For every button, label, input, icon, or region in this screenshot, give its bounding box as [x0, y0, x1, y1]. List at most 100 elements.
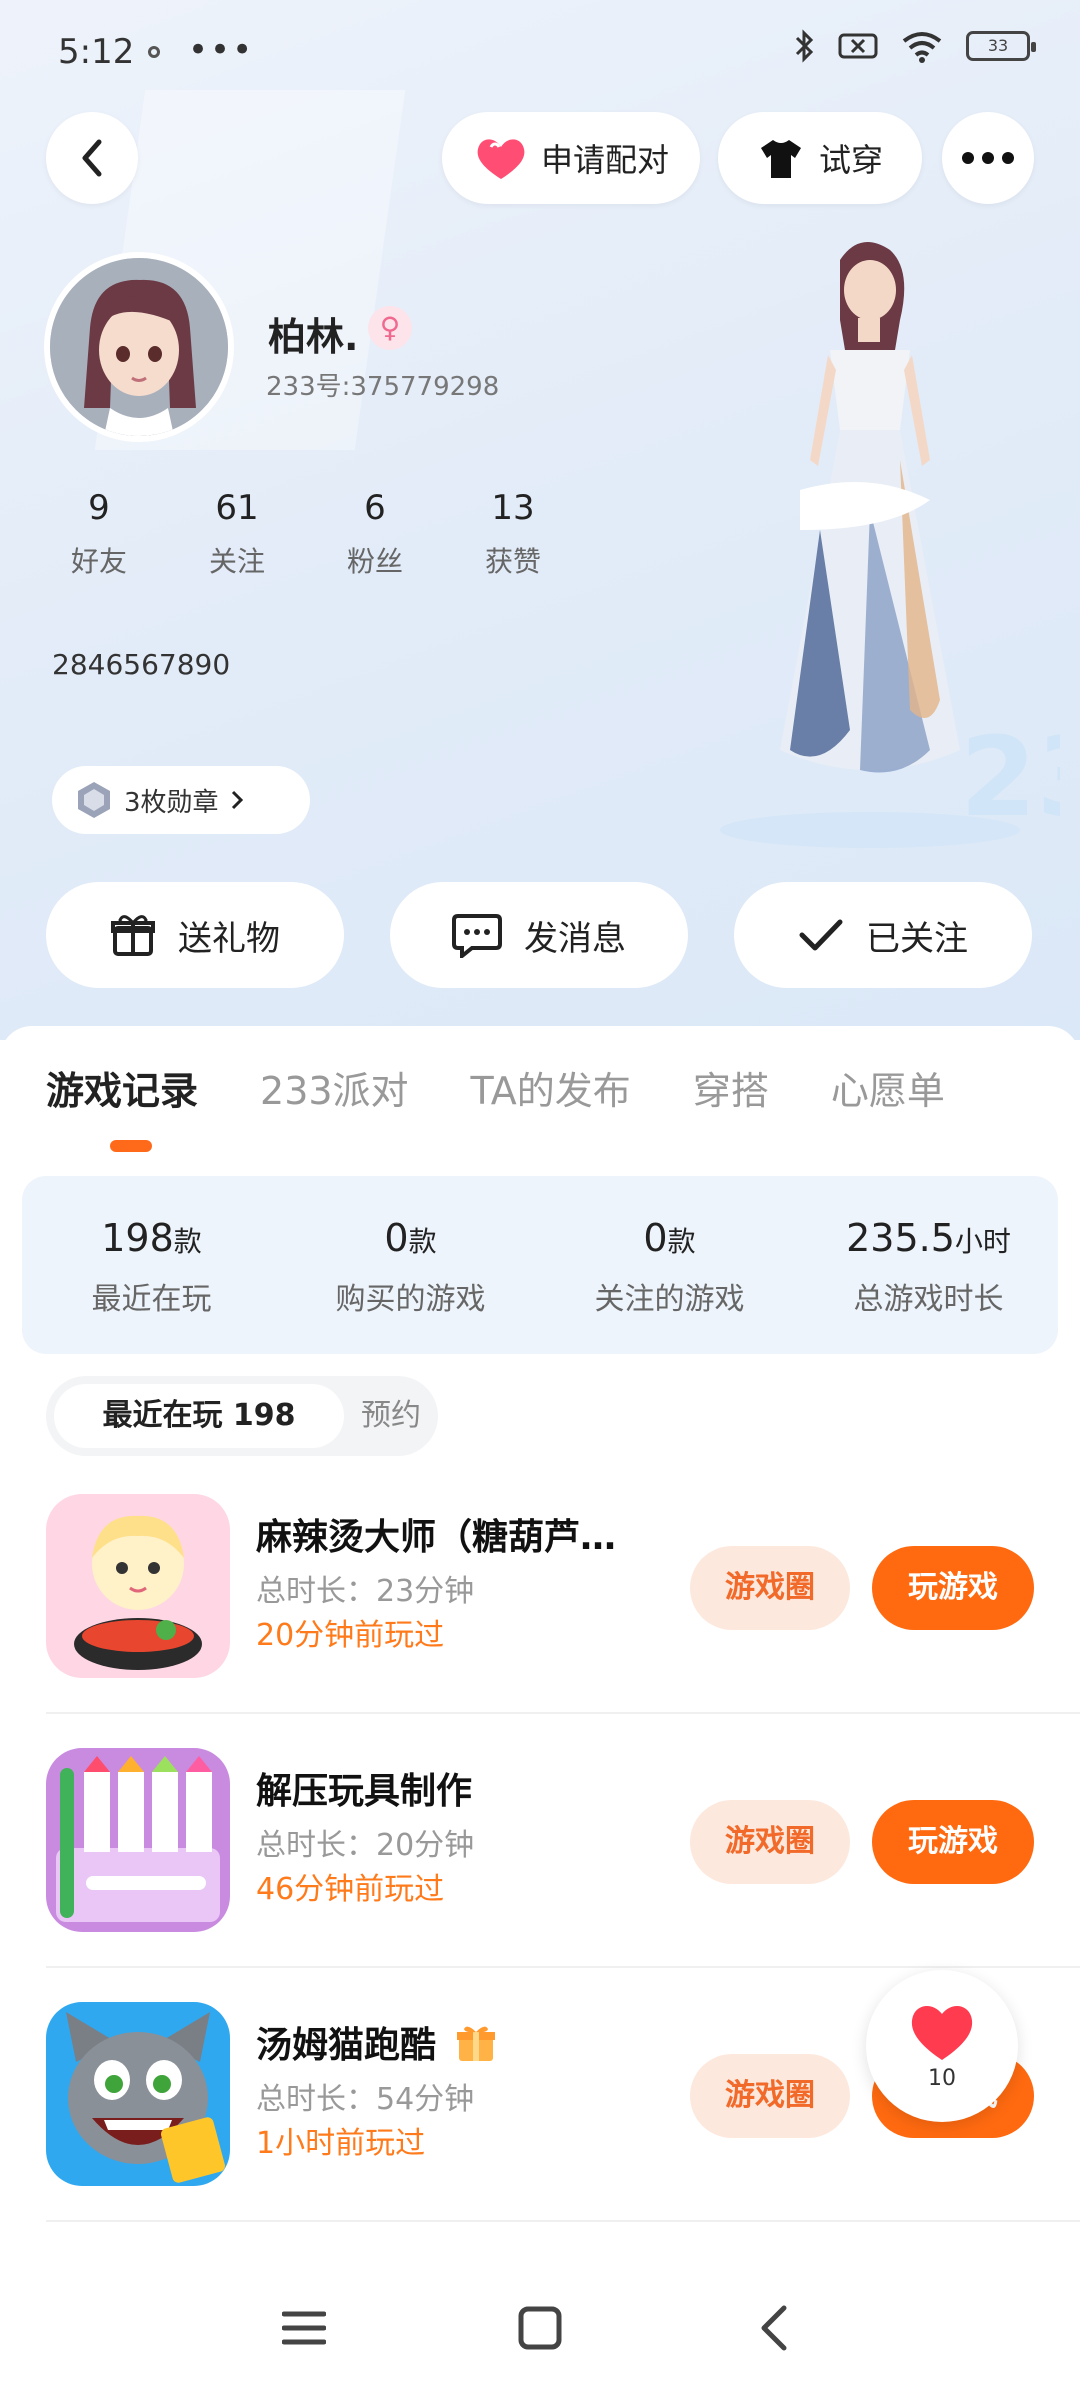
tshirt-icon	[760, 140, 801, 178]
menu-icon[interactable]	[282, 2308, 326, 2348]
game-last-played: 1小时前玩过	[256, 2126, 426, 2161]
game-duration: 总时长：20分钟	[256, 1828, 475, 1863]
battery-indicator: 33	[966, 31, 1036, 61]
game-circle-button[interactable]: 游戏圈	[690, 2054, 850, 2138]
tab-wishlist[interactable]: 心愿单	[831, 1060, 945, 1115]
check-icon	[799, 919, 843, 951]
summary-label: 最近在玩	[91, 1282, 212, 1317]
game-summary: 198款 最近在玩 0款 购买的游戏 0款 关注的游戏 235.5小时 总游戏时…	[22, 1176, 1058, 1354]
play-game-button[interactable]: 玩游戏	[872, 1546, 1034, 1630]
followed-label: 已关注	[866, 918, 968, 959]
status-more-dots: •••	[188, 30, 255, 70]
svg-text:233: 233	[960, 713, 1060, 841]
send-gift-button[interactable]: 送礼物	[46, 882, 344, 988]
stat-label: 关注	[208, 545, 265, 578]
profile-stats: 9 好友 61 关注 6 粉丝 13 获赞	[30, 488, 582, 580]
summary-unit: 小时	[954, 1225, 1011, 1258]
home-icon[interactable]	[518, 2306, 562, 2350]
no-sim-icon	[838, 33, 878, 59]
back-button[interactable]	[46, 112, 138, 204]
stat-likes[interactable]: 13 获赞	[444, 488, 582, 580]
divider	[46, 1966, 1080, 1968]
medal-button[interactable]: 3枚勋章	[52, 766, 310, 834]
stat-following[interactable]: 61 关注	[168, 488, 306, 580]
list-item[interactable]: 麻辣烫大师（糖葫芦… 总时长：23分钟 20分钟前玩过 游戏圈 玩游戏	[0, 1494, 1080, 1748]
divider	[46, 2220, 1080, 2222]
status-bar: 5:12 ••• 33	[0, 0, 1080, 100]
followed-button[interactable]: 已关注	[734, 882, 1032, 988]
profile-name: 柏林.	[268, 315, 359, 359]
heart-icon	[477, 139, 525, 179]
like-count: 10	[928, 2066, 956, 2091]
profile-bio: 2846567890	[52, 648, 231, 681]
send-message-button[interactable]: 发消息	[390, 882, 688, 988]
gender-female-icon: ♀	[368, 306, 412, 350]
summary-unit: 款	[667, 1225, 696, 1258]
segment-reserve[interactable]: 预约	[346, 1384, 436, 1448]
back-nav-icon[interactable]	[758, 2304, 790, 2352]
game-circle-button[interactable]: 游戏圈	[690, 1546, 850, 1630]
game-icon	[46, 1748, 230, 1932]
summary-label: 关注的游戏	[594, 1282, 745, 1317]
summary-followed[interactable]: 0款 关注的游戏	[540, 1176, 799, 1354]
profile-actions: 送礼物 发消息 已关注	[46, 882, 1032, 988]
avatar-character-image	[50, 258, 228, 436]
heart-icon	[911, 2005, 973, 2060]
game-icon	[46, 1494, 230, 1678]
summary-unit: 款	[173, 1225, 202, 1258]
game-circle-button[interactable]: 游戏圈	[690, 1800, 850, 1884]
profile-tabs: 游戏记录 233派对 TA的发布 穿搭 心愿单	[46, 1060, 945, 1115]
like-floating-button[interactable]: 10	[866, 1970, 1018, 2122]
summary-total-time[interactable]: 235.5小时 总游戏时长	[799, 1176, 1058, 1354]
gift-badge-icon	[456, 2026, 495, 2061]
summary-recent[interactable]: 198款 最近在玩	[22, 1176, 281, 1354]
game-duration: 总时长：23分钟	[256, 1574, 475, 1609]
try-on-button[interactable]: 试穿	[718, 112, 922, 204]
summary-value: 0	[384, 1216, 409, 1260]
summary-unit: 款	[408, 1225, 437, 1258]
tab-outfits[interactable]: 穿搭	[693, 1060, 769, 1115]
profile-uid: 233号:375779298	[266, 372, 500, 402]
summary-label: 购买的游戏	[335, 1282, 486, 1317]
message-icon	[452, 914, 502, 958]
stat-friends[interactable]: 9 好友	[30, 488, 168, 580]
stat-label: 好友	[70, 545, 127, 578]
medal-icon	[78, 782, 110, 818]
segment-recent[interactable]: 最近在玩 198	[54, 1384, 344, 1448]
stat-value: 6	[364, 488, 386, 528]
list-item[interactable]: 解压玩具制作 总时长：20分钟 46分钟前玩过 游戏圈 玩游戏	[0, 1748, 1080, 2002]
summary-purchased[interactable]: 0款 购买的游戏	[281, 1176, 540, 1354]
try-on-label: 试穿	[818, 141, 883, 179]
stat-value: 13	[491, 488, 535, 528]
stat-label: 粉丝	[346, 545, 403, 578]
bluetooth-icon	[795, 29, 814, 63]
summary-value: 0	[643, 1216, 668, 1260]
stat-fans[interactable]: 6 粉丝	[306, 488, 444, 580]
apply-pair-button[interactable]: 申请配对	[442, 112, 700, 204]
game-last-played: 20分钟前玩过	[256, 1618, 445, 1653]
send-gift-label: 送礼物	[178, 918, 280, 959]
game-title: 麻辣烫大师（糖葫芦…	[256, 1517, 617, 1558]
recent-segment-control: 最近在玩 198 预约	[46, 1376, 438, 1456]
notification-dot-icon	[148, 46, 160, 58]
system-navigation-bar	[0, 2256, 1080, 2400]
send-message-label: 发消息	[524, 918, 626, 959]
chevron-right-icon	[231, 790, 243, 810]
play-game-button[interactable]: 玩游戏	[872, 1800, 1034, 1884]
more-options-button[interactable]	[942, 112, 1034, 204]
tab-game-records[interactable]: 游戏记录	[46, 1060, 198, 1115]
tab-233-party[interactable]: 233派对	[260, 1060, 409, 1115]
game-icon	[46, 2002, 230, 2186]
status-time: 5:12	[58, 32, 135, 72]
game-title: 汤姆猫跑酷	[256, 2016, 497, 2068]
tab-indicator	[110, 1140, 152, 1152]
stat-value: 61	[215, 488, 259, 528]
avatar[interactable]	[44, 252, 234, 442]
game-last-played: 46分钟前玩过	[256, 1872, 445, 1907]
gift-icon	[111, 915, 155, 956]
back-arrow-icon	[82, 139, 102, 177]
divider	[46, 1712, 1080, 1714]
tab-posts[interactable]: TA的发布	[471, 1060, 631, 1115]
summary-value: 235.5	[846, 1216, 955, 1260]
game-title: 解压玩具制作	[256, 1771, 473, 1812]
